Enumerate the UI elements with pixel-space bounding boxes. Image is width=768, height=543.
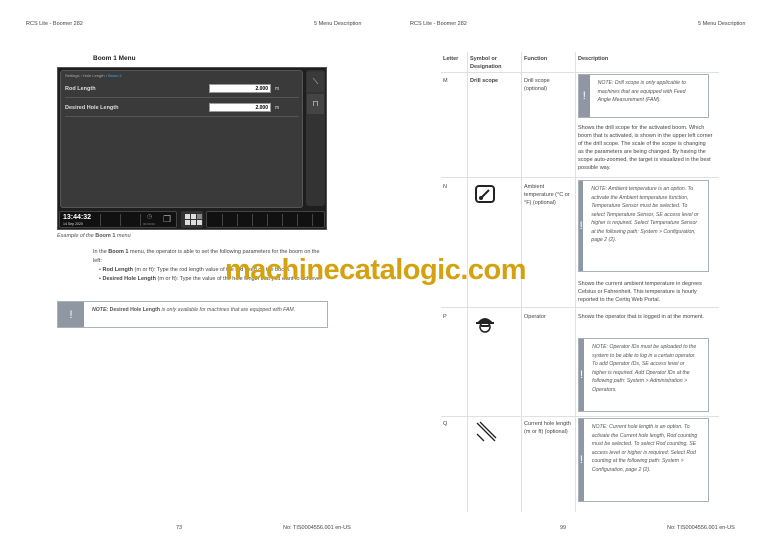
breadcrumb-path: Settings › Hole Length › <box>65 73 109 78</box>
column-header-letter: Letter <box>443 56 459 62</box>
row-letter: Q <box>443 421 448 427</box>
windows-icon[interactable]: ❐ <box>163 214 171 225</box>
row-letter: P <box>443 314 447 320</box>
bullet-bold: Rod Length <box>102 267 134 273</box>
note-text: NOTE: Desired Hole Length is only availa… <box>84 302 303 327</box>
status-bar-left: 13:44:32 14 Sep 2020 00:00:00 ◷ ❐ <box>59 211 177 228</box>
exclamation-icon: ! <box>58 302 84 327</box>
unit: m <box>275 86 280 92</box>
row-description: Shows the current ambient temperature in… <box>578 281 702 303</box>
column-header-description: Description <box>578 56 609 62</box>
hole-length-icon[interactable]: ⟍ <box>307 72 324 92</box>
divider <box>441 307 719 308</box>
column-header-function: Function <box>524 56 548 62</box>
breadcrumb-active: Boom 1 <box>108 73 122 78</box>
page-number: 73 <box>176 525 183 531</box>
desired-hole-length-row: Desired Hole Length 2.000 m <box>65 99 299 117</box>
timer: 00:00:00 <box>143 222 155 226</box>
divider <box>441 416 719 417</box>
divider <box>441 177 719 178</box>
row-letter: M <box>443 78 448 84</box>
settings-panel: Settings › Hole Length › Boom 1 Rod Leng… <box>60 70 303 208</box>
intro-bold: Boom 1 <box>108 249 129 255</box>
field-label: Rod Length <box>65 86 96 92</box>
screen-image: Settings › Hole Length › Boom 1 Rod Leng… <box>57 67 327 230</box>
operator-icon <box>474 313 498 335</box>
page-number: 99 <box>560 525 567 531</box>
note-text: NOTE: Drill scope is only applicable to … <box>597 80 686 103</box>
row-function: Drill scope (optional) <box>524 78 550 92</box>
header-left: RCS Lite - Boomer 282 <box>26 21 83 27</box>
date: 14 Sep 2020 <box>63 222 83 226</box>
note-text: NOTE: Current hole length is an option. … <box>591 424 698 473</box>
unit: m <box>275 105 280 111</box>
note-body: is only available for machines that are … <box>160 307 296 313</box>
column-header-symbol: Symbol or Designation <box>470 56 502 70</box>
note-box: ! NOTE: Operator IDs must be uploaded to … <box>578 338 709 412</box>
status-bar-right <box>206 211 325 228</box>
note-box: ! NOTE: Drill scope is only applicable to… <box>578 74 709 118</box>
thermometer-icon <box>474 184 498 206</box>
caption-text: menu <box>115 233 131 239</box>
desired-hole-length-input[interactable]: 2.000 <box>209 103 271 112</box>
note-prefix: NOTE: <box>92 307 110 313</box>
rod-length-row: Rod Length 2.000 m <box>65 80 299 98</box>
divider <box>575 52 576 512</box>
note-box: ! NOTE: Desired Hole Length is only avai… <box>57 301 328 328</box>
menu-grid-icon[interactable] <box>181 211 203 228</box>
side-toolbar: ⟍ ⊓ <box>306 70 325 206</box>
header-left: RCS Lite - Boomer 282 <box>410 21 467 27</box>
caption-bold: Boom 1 <box>95 233 116 239</box>
header-right: 5 Menu Description <box>698 21 746 27</box>
exclamation-icon: ! <box>579 75 590 117</box>
row-function: Operator <box>524 314 546 320</box>
row-function: Ambient temperature (°C or °F) (optional… <box>524 184 570 206</box>
header-right: 5 Menu Description <box>314 21 362 27</box>
note-box: ! NOTE: Current hole length is an option.… <box>578 418 709 502</box>
doc-number: No: TIS0004556.001 en-US <box>283 525 351 531</box>
divider <box>441 72 719 73</box>
clock: 13:44:32 <box>63 214 92 221</box>
note-box: ! NOTE: Ambient temperature is an option.… <box>578 180 709 272</box>
timer-icon: ◷ <box>147 214 153 220</box>
doc-number: No: TIS0004556.001 en-US <box>667 525 735 531</box>
note-bold: Desired Hole Length <box>109 307 161 313</box>
figure-caption: Example of the Boom 1 menu <box>57 233 131 239</box>
watermark: machinecatalogic.com <box>225 254 527 286</box>
rod-length-input[interactable]: 2.000 <box>209 84 271 93</box>
caption-text: Example of the <box>57 233 96 239</box>
boom-icon[interactable]: ⊓ <box>307 94 324 114</box>
field-label: Desired Hole Length <box>65 105 119 111</box>
intro-text: In the <box>93 249 109 255</box>
row-function: Current hole length (m or ft) (optional) <box>524 421 571 435</box>
row-letter: N <box>443 184 447 190</box>
row-symbol: Drill scope <box>470 78 499 84</box>
row-description: Shows the operator that is logged in at … <box>578 314 704 320</box>
row-description: Shows the drill scope for the activated … <box>578 125 713 171</box>
breadcrumb: Settings › Hole Length › Boom 1 <box>65 73 122 78</box>
section-title: Boom 1 Menu <box>93 55 136 62</box>
note-text: NOTE: Operator IDs must be uploaded to t… <box>592 344 697 393</box>
note-text: NOTE: Ambient temperature is an option. … <box>591 186 699 243</box>
hole-length-icon <box>474 420 498 442</box>
bullet-bold: Desired Hole Length <box>102 275 156 282</box>
